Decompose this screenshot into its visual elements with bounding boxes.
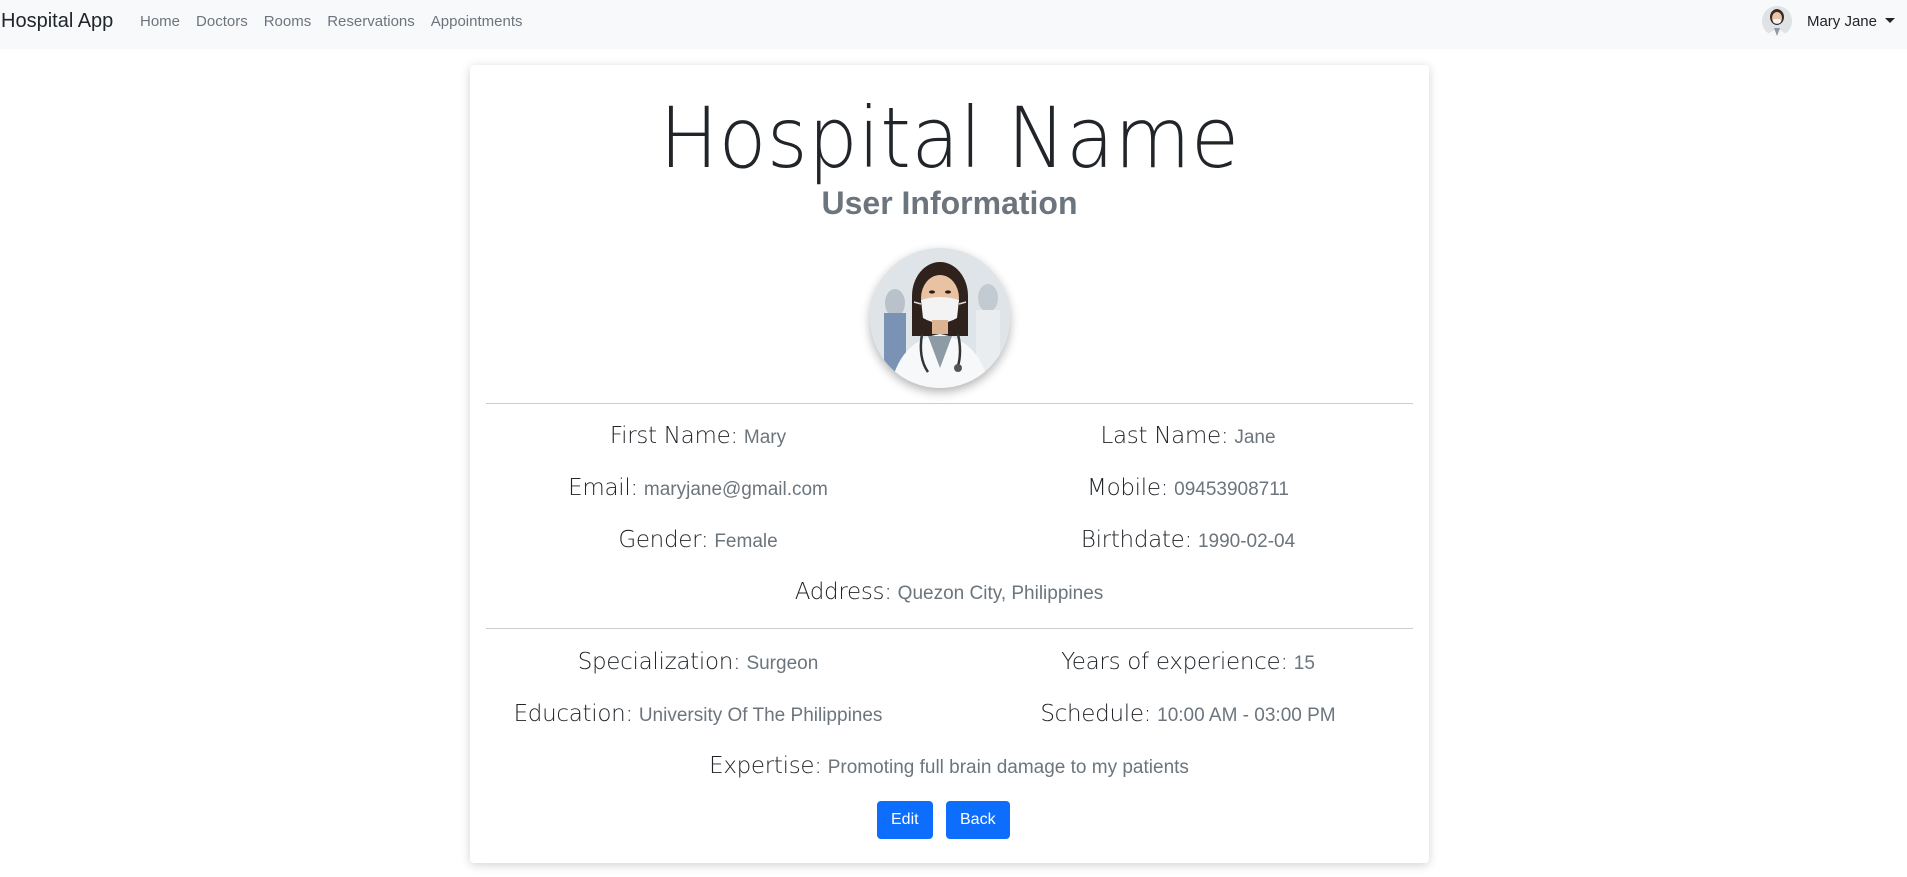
nav-link-reservations[interactable]: Reservations <box>327 13 415 30</box>
last-name-label: Last Name: <box>1100 423 1229 449</box>
back-button[interactable]: Back <box>946 801 1010 839</box>
email-label: Email: <box>568 475 638 501</box>
email-field: Email: maryjane@gmail.com <box>568 475 828 501</box>
nav-link-doctors[interactable]: Doctors <box>196 13 248 30</box>
nav-link-home[interactable]: Home <box>140 13 180 30</box>
specialization-label: Specialization: <box>577 649 741 675</box>
user-info-card: Hospital Name User Information First Nam… <box>470 65 1429 863</box>
years-experience-field: Years of experience: 15 <box>1061 649 1315 675</box>
mobile-label: Mobile: <box>1087 475 1169 501</box>
expertise-field: Expertise: Promoting full brain damage to… <box>709 753 1189 779</box>
schedule-field: Schedule: 10:00 AM - 03:00 PM <box>1040 701 1335 727</box>
first-name-value: Mary <box>743 427 787 448</box>
education-value: University Of The Philippines <box>638 705 883 726</box>
nav-link-rooms[interactable]: Rooms <box>264 13 312 30</box>
avatar <box>1761 6 1792 36</box>
gender-value: Female <box>714 531 778 552</box>
specialization-field: Specialization: Surgeon <box>578 649 819 675</box>
profile-photo <box>870 248 1010 388</box>
brand-link[interactable]: Hospital App <box>1 10 113 33</box>
last-name-value: Jane <box>1234 427 1276 448</box>
address-label: Address: <box>794 579 892 605</box>
user-name: Mary Jane <box>1806 12 1877 30</box>
gender-field: Gender: Female <box>618 527 777 553</box>
schedule-label: Schedule: <box>1040 701 1152 727</box>
chevron-down-icon <box>1885 17 1895 23</box>
expertise-label: Expertise: <box>709 753 822 779</box>
mobile-value: 09453908711 <box>1174 479 1289 500</box>
birthdate-value: 1990-02-04 <box>1197 531 1296 552</box>
schedule-value: 10:00 AM - 03:00 PM <box>1157 705 1336 726</box>
birthdate-field: Birthdate: 1990-02-04 <box>1081 527 1295 553</box>
section-title: User Information <box>821 185 1078 221</box>
hospital-name: Hospital Name <box>659 89 1240 187</box>
gender-label: Gender: <box>618 527 709 553</box>
divider <box>486 628 1413 629</box>
address-value: Quezon City, Philippines <box>897 583 1104 604</box>
last-name-field: Last Name: Jane <box>1100 423 1275 449</box>
nav-link-appointments[interactable]: Appointments <box>431 13 523 30</box>
first-name-label: First Name: <box>609 423 738 449</box>
nav-links: Home Doctors Rooms Reservations Appointm… <box>140 13 539 30</box>
education-field: Education: University Of The Philippines <box>514 701 883 727</box>
first-name-field: First Name: Mary <box>610 423 786 449</box>
address-field: Address: Quezon City, Philippines <box>795 579 1104 605</box>
navbar: Hospital App Home Doctors Rooms Reservat… <box>0 0 1907 49</box>
divider <box>486 403 1413 404</box>
years-experience-value: 15 <box>1293 653 1315 674</box>
education-label: Education: <box>513 701 634 727</box>
email-value: maryjane@gmail.com <box>643 479 828 500</box>
edit-button[interactable]: Edit <box>877 801 933 839</box>
expertise-value: Promoting full brain damage to my patien… <box>827 757 1189 778</box>
mobile-field: Mobile: 09453908711 <box>1087 475 1289 501</box>
birthdate-label: Birthdate: <box>1080 527 1192 553</box>
user-dropdown-toggle[interactable]: Mary Jane <box>1761 6 1895 36</box>
specialization-value: Surgeon <box>746 653 819 674</box>
years-experience-label: Years of experience: <box>1061 649 1288 675</box>
